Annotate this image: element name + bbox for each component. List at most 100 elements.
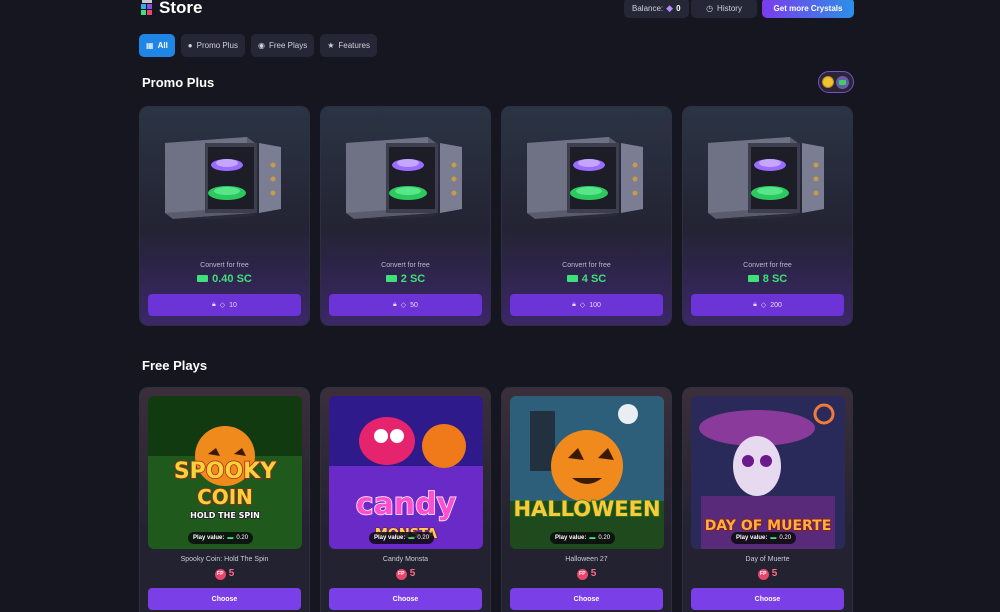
tab-label: Free Plays: [268, 41, 308, 50]
crystal-icon: ◇: [760, 302, 767, 309]
tab-label: Features: [338, 41, 370, 50]
price-value: 200: [770, 301, 782, 309]
tab-promo-plus[interactable]: ● Promo Plus: [180, 34, 245, 57]
play-value-amount: 0.20: [779, 535, 792, 541]
fp-cost-value: 5: [590, 568, 597, 579]
vault-safe-image: [708, 137, 824, 219]
ticket-icon: ◉: [258, 41, 265, 50]
price-value: 100: [589, 301, 601, 309]
free-play-cost: FP 5: [321, 568, 490, 580]
tab-all[interactable]: ▦ All: [139, 34, 175, 57]
play-value-amount: 0.20: [236, 535, 249, 541]
sc-amount-text: 4 SC: [581, 273, 607, 285]
free-play-icon: FP: [576, 569, 588, 580]
convert-label: Convert for free: [200, 262, 249, 269]
cash-icon: [197, 275, 209, 282]
play-value-amount: 0.20: [417, 535, 430, 541]
game-art-text: HOLD THE SPIN: [190, 511, 260, 520]
game-art: SPOOKYCOIN HOLD THE SPIN: [148, 396, 302, 549]
choose-button[interactable]: Choose: [148, 588, 301, 610]
balance-label: Balance:: [632, 3, 664, 13]
promo-card[interactable]: Convert for free 0.40 SC 🔒︎ ◇ 10: [139, 106, 310, 326]
play-value-label: Play value:: [374, 535, 406, 541]
tab-features[interactable]: ★ Features: [320, 34, 377, 57]
game-art-text: candy: [356, 487, 457, 522]
buy-promo-button[interactable]: 🔒︎ ◇ 50: [329, 294, 482, 316]
sc-amount-text: 8 SC: [762, 273, 788, 285]
play-value-amount: 0.20: [598, 535, 611, 541]
free-play-icon: FP: [214, 569, 226, 580]
game-art: candyMONSTA: [329, 396, 483, 549]
play-value-badge: Play value: ▬ 0.20: [550, 532, 616, 544]
convert-label: Convert for free: [562, 262, 611, 269]
game-thumbnail[interactable]: HALLOWEEN Play value: ▬ 0.20: [510, 396, 664, 549]
free-play-card[interactable]: SPOOKY COIN HOLD THE SPIN Play value: ▬ 0.…: [139, 387, 310, 612]
promo-cards: Convert for free 0.40 SC 🔒︎ ◇ 10 Convert…: [139, 106, 853, 326]
game-art-text: COIN: [197, 485, 253, 509]
tab-label: All: [157, 41, 168, 50]
free-play-card[interactable]: HALLOWEEN Play value: ▬ 0.20 Halloween 2…: [501, 387, 672, 612]
game-name: Spooky Coin: Hold The Spin: [180, 556, 269, 563]
choose-button[interactable]: Choose: [691, 588, 844, 610]
cash-icon: ▬: [770, 535, 777, 541]
free-play-card[interactable]: DAY OF MUERTE Play value: ▬ 0.20 Day of …: [682, 387, 853, 612]
coin-icon: ●: [187, 41, 193, 50]
choose-button[interactable]: Choose: [510, 588, 663, 610]
lock-icon: 🔒︎: [753, 301, 757, 308]
vault-safe-image: [165, 137, 281, 219]
game-thumbnail[interactable]: SPOOKY COIN HOLD THE SPIN Play value: ▬ 0.…: [148, 396, 302, 549]
tab-free-plays[interactable]: ◉ Free Plays: [251, 34, 315, 57]
lock-icon: 🔒︎: [572, 301, 576, 308]
game-name: Day of Muerte: [745, 556, 790, 563]
play-value-label: Play value:: [193, 535, 225, 541]
sc-amount: 4 SC: [502, 273, 671, 285]
game-name: Halloween 27: [565, 556, 608, 563]
game-thumbnail[interactable]: candyMONSTA Play value: ▬ 0.20: [329, 396, 483, 549]
cash-icon: [566, 275, 578, 282]
game-name: Candy Monsta: [382, 556, 429, 563]
play-value-badge: Play value: ▬ 0.20: [731, 532, 797, 544]
lock-icon: 🔒︎: [393, 301, 397, 308]
cash-icon: ▬: [227, 535, 234, 541]
free-play-cost: FP 5: [140, 568, 309, 580]
promo-card[interactable]: Convert for free 4 SC 🔒︎ ◇ 100: [501, 106, 672, 326]
choose-button[interactable]: Choose: [329, 588, 482, 610]
star-icon: ★: [327, 41, 335, 50]
sc-amount: 8 SC: [683, 273, 852, 285]
game-thumbnail[interactable]: DAY OF MUERTE Play value: ▬ 0.20: [691, 396, 845, 549]
buy-promo-button[interactable]: 🔒︎ ◇ 10: [148, 294, 301, 316]
vault-safe-image: [346, 137, 462, 219]
sc-amount-text: 0.40 SC: [212, 273, 252, 285]
crystal-icon: ◆: [666, 2, 674, 13]
play-value-label: Play value:: [736, 535, 768, 541]
clock-icon: ◷: [706, 3, 714, 13]
free-play-icon: FP: [395, 569, 407, 580]
store-page: Store Balance: ◆ 0 ◷ History Get more Cr…: [0, 0, 1000, 612]
page-title: Store: [159, 0, 203, 17]
free-play-cost: FP 5: [683, 568, 852, 580]
free-play-icon: FP: [757, 569, 769, 580]
balance-value: 0: [676, 3, 681, 13]
play-value-badge: Play value: ▬ 0.20: [188, 532, 254, 544]
promo-card[interactable]: Convert for free 2 SC 🔒︎ ◇ 50: [320, 106, 491, 326]
free-play-card[interactable]: candyMONSTA Play value: ▬ 0.20 Candy Mon…: [320, 387, 491, 612]
free-play-cards: SPOOKY COIN HOLD THE SPIN Play value: ▬ 0.…: [139, 387, 853, 612]
buy-promo-button[interactable]: 🔒︎ ◇ 100: [510, 294, 663, 316]
sc-amount: 0.40 SC: [140, 273, 309, 285]
cash-icon: [385, 275, 397, 282]
sc-amount-text: 2 SC: [400, 273, 426, 285]
game-art: HALLOWEEN: [510, 396, 664, 549]
cash-icon: ▬: [589, 535, 596, 541]
history-label: History: [717, 3, 742, 13]
price-value: 10: [229, 301, 237, 309]
play-value-badge: Play value: ▬ 0.20: [369, 532, 435, 544]
gold-coin-icon: [822, 76, 834, 88]
sc-amount: 2 SC: [321, 273, 490, 285]
buy-promo-button[interactable]: 🔒︎ ◇ 200: [691, 294, 844, 316]
fp-cost-value: 5: [771, 568, 778, 579]
history-button[interactable]: ◷ History: [691, 0, 757, 18]
price-value: 50: [410, 301, 418, 309]
promo-card[interactable]: Convert for free 8 SC 🔒︎ ◇ 200: [682, 106, 853, 326]
currency-toggle[interactable]: [818, 71, 854, 93]
get-more-crystals-button[interactable]: Get more Crystals: [762, 0, 854, 18]
